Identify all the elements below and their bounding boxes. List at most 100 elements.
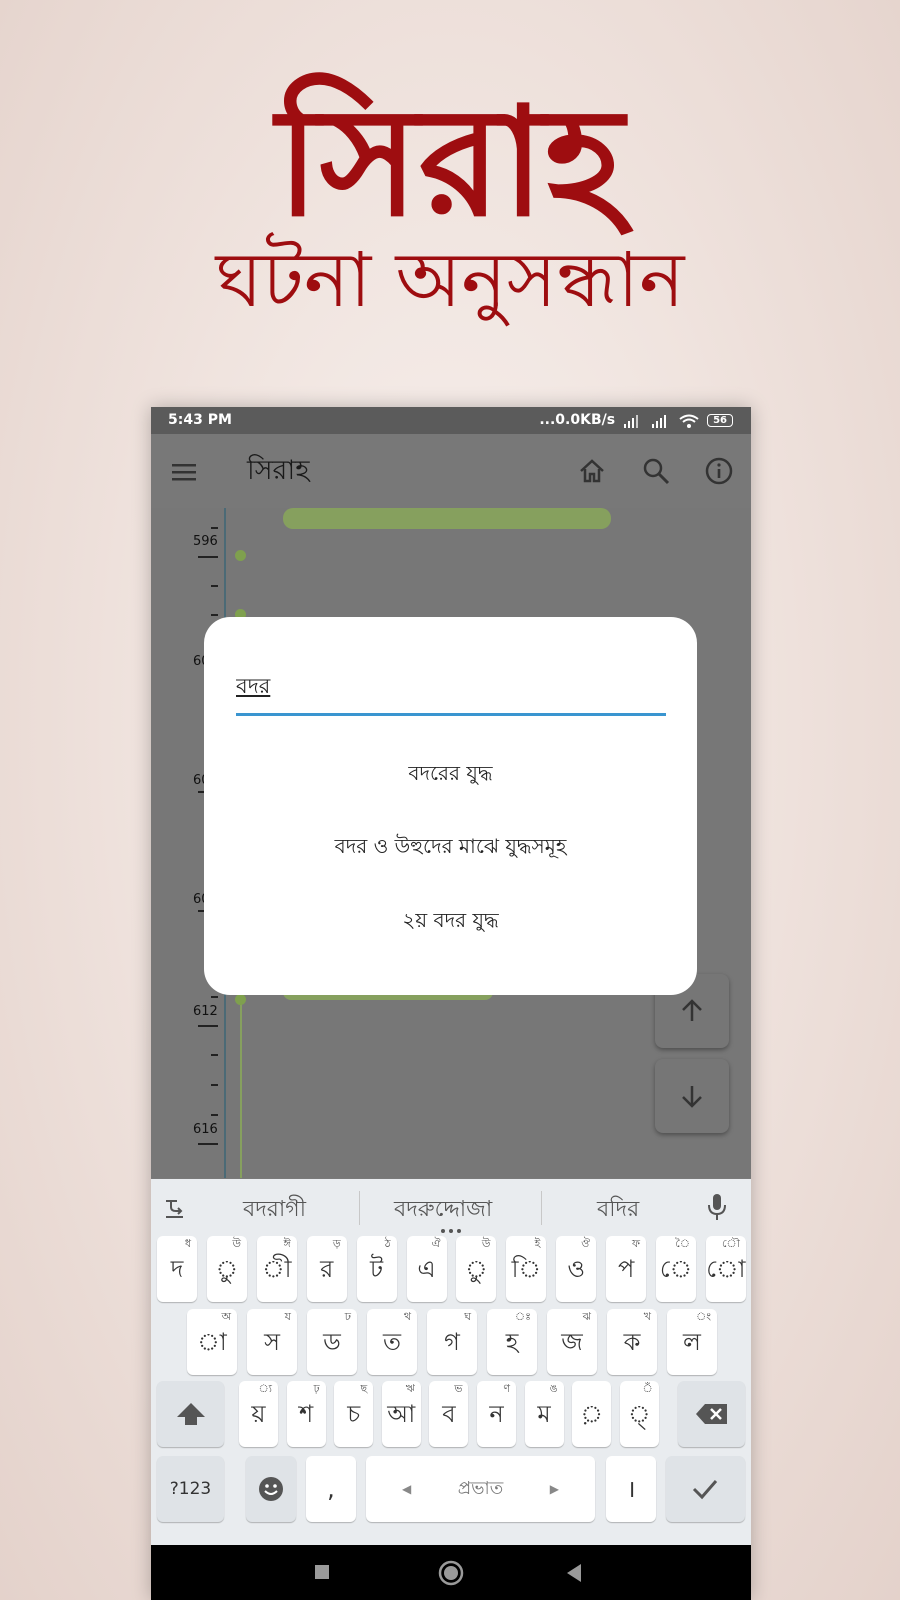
letter-key[interactable]: দধ [157,1236,197,1302]
letter-key[interactable]: োৌ [705,1236,746,1302]
menu-icon[interactable] [169,457,199,487]
done-key[interactable] [666,1456,745,1522]
letter-key[interactable]: আঋ [381,1381,421,1447]
letter-key[interactable]: ু উ [206,1236,247,1302]
shift-key[interactable] [157,1381,224,1447]
microphone-icon[interactable] [706,1192,728,1222]
letter-key[interactable]: টঠ [356,1236,397,1302]
key-label: জ [561,1328,583,1356]
key-hint: ই [534,1237,541,1250]
letter-key[interactable]: া অ [187,1309,237,1375]
transliterate-icon[interactable] [163,1195,187,1221]
key-hint: ভ [454,1382,463,1395]
info-icon[interactable] [704,456,734,486]
key-hint: য [284,1310,291,1323]
signal-icon [652,414,667,428]
letter-key[interactable]: বভ [429,1381,469,1447]
navigation-bar [151,1545,751,1600]
back-icon[interactable] [565,1563,583,1583]
emoji-key[interactable] [246,1456,296,1522]
key-label: ে [659,1255,693,1283]
letter-key[interactable]: কখ [607,1309,657,1375]
search-result[interactable]: বদরের যুদ্ধ [204,759,697,792]
letter-key[interactable]: চছ [334,1381,374,1447]
suggestion[interactable]: বদির [597,1192,639,1229]
status-icons: ...0.0KB/s 56 [539,407,733,434]
letter-key[interactable]: ী ঈ [256,1236,297,1302]
space-key[interactable]: ◀ প্রভাত ▶ [366,1456,595,1522]
letter-key[interactable]: ওঔ [556,1236,597,1302]
status-time: 5:43 PM [168,412,232,428]
letter-key[interactable]: য়্য [239,1381,278,1447]
key-label: ট [370,1255,384,1283]
key-hint: ড় [332,1237,341,1250]
search-result[interactable]: বদর ও উহুদের মাঝে যুদ্ধসমূহ [204,832,697,865]
key-hint: ঁ [642,1382,653,1395]
more-icon[interactable] [440,1228,462,1234]
key-hint: ঢ [344,1310,351,1323]
backspace-key[interactable] [678,1381,745,1447]
letter-key[interactable]: পফ [606,1236,647,1302]
timeline-tick [211,1084,218,1086]
timeline-tick [211,1054,218,1056]
key-label: ড [323,1328,341,1356]
key-label: ক [623,1328,641,1356]
checkmark-icon [692,1480,718,1500]
timeline-tick [198,556,218,558]
letter-key[interactable]: হঃ [487,1309,537,1375]
key-hint: উ [481,1237,491,1250]
timeline-tick [211,1114,218,1116]
event-bar[interactable] [283,508,611,529]
key-hint: থ [403,1310,411,1323]
home-button-icon[interactable] [438,1560,464,1586]
key-hint: ঃ [514,1310,531,1323]
symbols-key[interactable]: ?123 [157,1456,224,1522]
phone-screen: 5:43 PM ...0.0KB/s 56 সিরাহ 596 60 60 60 [151,407,751,1600]
search-result[interactable]: ২য় বদর যুদ্ধ [204,906,697,939]
search-input[interactable] [236,661,666,716]
letter-key[interactable]: এঐ [406,1236,447,1302]
key-hint: খ [643,1310,651,1323]
app-bar: সিরাহ [151,434,751,508]
letter-key[interactable]: লং [667,1309,717,1375]
letter-key[interactable]: ডঢ [307,1309,357,1375]
key-label: ি [511,1255,541,1283]
letter-key[interactable]: শ ঢ় [286,1381,326,1447]
event-dot[interactable] [235,550,246,561]
event-dot[interactable] [235,994,246,1005]
letter-key[interactable]: জঝ [547,1309,597,1375]
recents-icon[interactable] [314,1564,330,1580]
letter-key[interactable]: মঙ [524,1381,564,1447]
divider [541,1191,542,1225]
battery-icon: 56 [707,414,733,427]
letter-key[interactable]: ্ঁ [619,1381,659,1447]
key-label: ী [262,1255,292,1283]
divider [359,1191,360,1225]
letter-key[interactable]: ি ই [506,1236,547,1302]
suggestion[interactable]: বদরুদ্দোজা [394,1192,492,1229]
letter-key[interactable]: নণ [477,1381,516,1447]
danda-key[interactable]: । [606,1456,656,1522]
comma-key[interactable]: , [306,1456,356,1522]
letter-key[interactable]: সয [247,1309,297,1375]
key-label: ম [537,1400,551,1428]
letter-key[interactable]: ু উ [456,1236,497,1302]
letter-key[interactable]: েৈ [656,1236,696,1302]
arrow-down-icon [682,1086,702,1108]
key-hint: ঈ [283,1237,291,1250]
timeline-tick [211,996,218,998]
home-icon[interactable] [577,456,607,486]
suggestion[interactable]: বদরাগী [243,1192,306,1229]
letter-key[interactable]: র ড় [306,1236,347,1302]
search-icon[interactable] [641,456,671,486]
key-hint: অ [221,1310,231,1323]
letter-key[interactable]: গঘ [427,1309,477,1375]
letter-key[interactable]: ় [572,1381,612,1447]
key-hint: ঢ় [313,1382,320,1395]
right-arrow-icon: ▶ [549,1482,559,1496]
scroll-down-button[interactable] [655,1059,729,1133]
timeline-tick [211,527,218,529]
letter-key[interactable]: তথ [367,1309,417,1375]
key-label: চ [347,1400,361,1428]
timeline-year: 596 [193,534,218,549]
